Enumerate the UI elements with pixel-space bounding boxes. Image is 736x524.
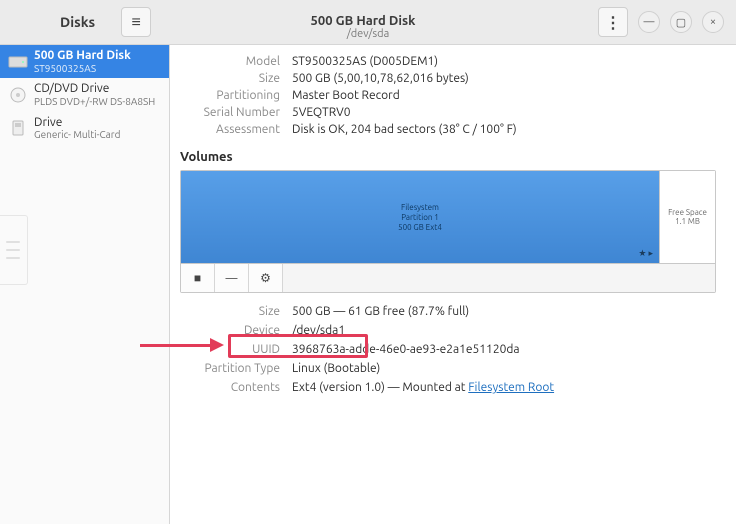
- assessment-label: Assessment: [180, 123, 280, 136]
- part-contents-label: Contents: [180, 381, 280, 394]
- sidebar-item-drive[interactable]: Drive Generic- Multi-Card: [0, 112, 169, 145]
- volume-markers-icon: ★ ▸: [638, 248, 653, 259]
- size-label: Size: [180, 72, 280, 85]
- contents-prefix: Ext4 (version 1.0) — Mounted at: [292, 381, 468, 394]
- part-uuid-value: 3968763a-adde-46e0-ae93-e2a1e51120da: [292, 343, 716, 356]
- app-menu-button[interactable]: ≡: [121, 7, 151, 37]
- partition-info-grid: Size 500 GB — 61 GB free (87.7% full) De…: [180, 305, 716, 394]
- disk-menu-button[interactable]: ⋮: [598, 7, 628, 37]
- part-contents-value: Ext4 (version 1.0) — Mounted at Filesyst…: [292, 381, 716, 394]
- minimize-button[interactable]: —: [638, 11, 660, 33]
- delete-partition-button[interactable]: —: [215, 264, 249, 292]
- stop-icon: ■: [194, 271, 201, 285]
- volume-toolbar: ■ — ⚙: [181, 263, 715, 292]
- partitioning-value: Master Boot Record: [292, 89, 716, 102]
- volume-free-space[interactable]: Free Space 1.1 MB: [659, 171, 715, 263]
- gear-icon: ⚙: [260, 271, 271, 285]
- main-panel: Model ST9500325AS (D005DEM1) Size 500 GB…: [170, 45, 736, 524]
- volume-line3: 500 GB Ext4: [398, 223, 442, 232]
- device-sidebar: 500 GB Hard Disk ST9500325AS CD/DVD Driv…: [0, 45, 170, 524]
- disk-info-grid: Model ST9500325AS (D005DEM1) Size 500 GB…: [180, 55, 716, 136]
- part-ptype-value: Linux (Bootable): [292, 362, 716, 375]
- partition-options-button[interactable]: ⚙: [249, 264, 283, 292]
- maximize-icon: ▢: [676, 16, 686, 29]
- hamburger-icon: ≡: [132, 13, 141, 32]
- unmount-button[interactable]: ■: [181, 264, 215, 292]
- kebab-icon: ⋮: [605, 13, 621, 32]
- sidebar-item-hard-disk[interactable]: 500 GB Hard Disk ST9500325AS: [0, 45, 169, 78]
- app-title: Disks: [60, 14, 95, 30]
- filesystem-root-link[interactable]: Filesystem Root: [468, 381, 554, 394]
- sidebar-item-title: Drive: [34, 116, 120, 130]
- maximize-button[interactable]: ▢: [670, 11, 692, 33]
- sidebar-item-subtitle: ST9500325AS: [34, 63, 131, 75]
- part-device-label: Device: [180, 324, 280, 337]
- partitioning-label: Partitioning: [180, 89, 280, 102]
- sidebar-item-subtitle: Generic- Multi-Card: [34, 129, 120, 141]
- sidebar-item-cd-dvd[interactable]: CD/DVD Drive PLDS DVD+/-RW DS-8A8SH: [0, 78, 169, 111]
- titlebar: Disks ≡ 500 GB Hard Disk /dev/sda ⋮ — ▢ …: [0, 0, 736, 45]
- close-icon: ×: [710, 16, 716, 28]
- sidebar-item-title: 500 GB Hard Disk: [34, 49, 131, 63]
- free-space-label: Free Space: [668, 208, 707, 217]
- sidebar-item-subtitle: PLDS DVD+/-RW DS-8A8SH: [34, 96, 155, 108]
- part-uuid-label: UUID: [180, 343, 280, 356]
- sidebar-collapse-handle[interactable]: [0, 215, 28, 285]
- volumes-box: Filesystem Partition 1 500 GB Ext4 ★ ▸ F…: [180, 170, 716, 293]
- minus-icon: —: [226, 272, 238, 285]
- volume-line1: Filesystem: [401, 203, 439, 212]
- part-ptype-label: Partition Type: [180, 362, 280, 375]
- window-subtitle: /dev/sda: [301, 28, 436, 40]
- part-size-value: 500 GB — 61 GB free (87.7% full): [292, 305, 716, 318]
- close-button[interactable]: ×: [702, 11, 724, 33]
- volume-line2: Partition 1: [401, 213, 439, 222]
- optical-disc-icon: [8, 87, 28, 103]
- minimize-icon: —: [644, 16, 655, 28]
- model-label: Model: [180, 55, 280, 68]
- window-title-block: 500 GB Hard Disk /dev/sda: [301, 4, 436, 40]
- part-size-label: Size: [180, 305, 280, 318]
- assessment-value: Disk is OK, 204 bad sectors (38° C / 100…: [292, 123, 716, 136]
- volume-partition-1[interactable]: Filesystem Partition 1 500 GB Ext4 ★ ▸: [181, 171, 659, 263]
- removable-drive-icon: [8, 120, 28, 136]
- model-value: ST9500325AS (D005DEM1): [292, 55, 716, 68]
- window-title: 500 GB Hard Disk: [301, 4, 436, 28]
- free-space-size: 1.1 MB: [675, 217, 700, 226]
- size-value: 500 GB (5,00,10,78,62,016 bytes): [292, 72, 716, 85]
- part-device-value: /dev/sda1: [292, 324, 716, 337]
- volumes-section-title: Volumes: [180, 150, 716, 164]
- serial-value: 5VEQTRV0: [292, 106, 716, 119]
- sidebar-item-title: CD/DVD Drive: [34, 82, 155, 96]
- hard-disk-icon: [8, 54, 28, 70]
- serial-label: Serial Number: [180, 106, 280, 119]
